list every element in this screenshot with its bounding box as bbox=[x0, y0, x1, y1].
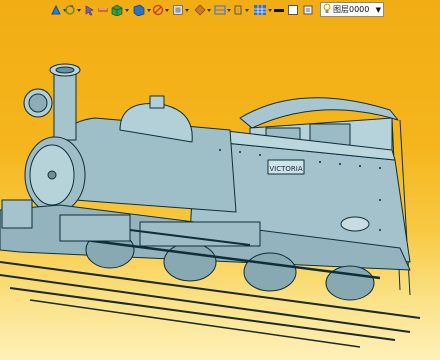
grid-icon[interactable] bbox=[253, 3, 272, 17]
locomotive-model[interactable]: VICTORIA bbox=[0, 20, 440, 360]
display-mode-icon[interactable] bbox=[172, 3, 189, 17]
3d-viewport[interactable]: 图层0000 ▼ VICTORIA bbox=[0, 0, 440, 360]
appearance-icon[interactable] bbox=[214, 3, 231, 17]
line-color-icon[interactable] bbox=[273, 3, 285, 17]
view-cube-icon[interactable] bbox=[232, 3, 249, 17]
layer-properties-icon[interactable] bbox=[302, 3, 314, 17]
headlamp bbox=[23, 88, 53, 118]
layer-dropdown[interactable]: 图层0000 ▼ bbox=[320, 2, 384, 17]
view-toolbar: 图层0000 ▼ bbox=[0, 0, 440, 20]
smokebox bbox=[24, 136, 86, 214]
chimney bbox=[49, 63, 81, 141]
boiler bbox=[59, 95, 237, 213]
render-cube-icon[interactable] bbox=[110, 3, 129, 17]
section-icon[interactable] bbox=[194, 3, 211, 17]
fill-color-icon[interactable] bbox=[287, 3, 299, 17]
layer-name: 图层0000 bbox=[333, 5, 370, 14]
pointer-icon[interactable] bbox=[84, 3, 96, 17]
cursor-spin-icon[interactable] bbox=[64, 3, 81, 17]
measure-icon[interactable] bbox=[97, 3, 109, 17]
name-plate-text: VICTORIA bbox=[269, 165, 302, 173]
chevron-down-icon[interactable]: ▼ bbox=[376, 6, 381, 14]
lightbulb-icon bbox=[323, 3, 331, 16]
view-orientation-icon[interactable] bbox=[132, 3, 151, 17]
hide-show-icon[interactable] bbox=[152, 3, 169, 17]
